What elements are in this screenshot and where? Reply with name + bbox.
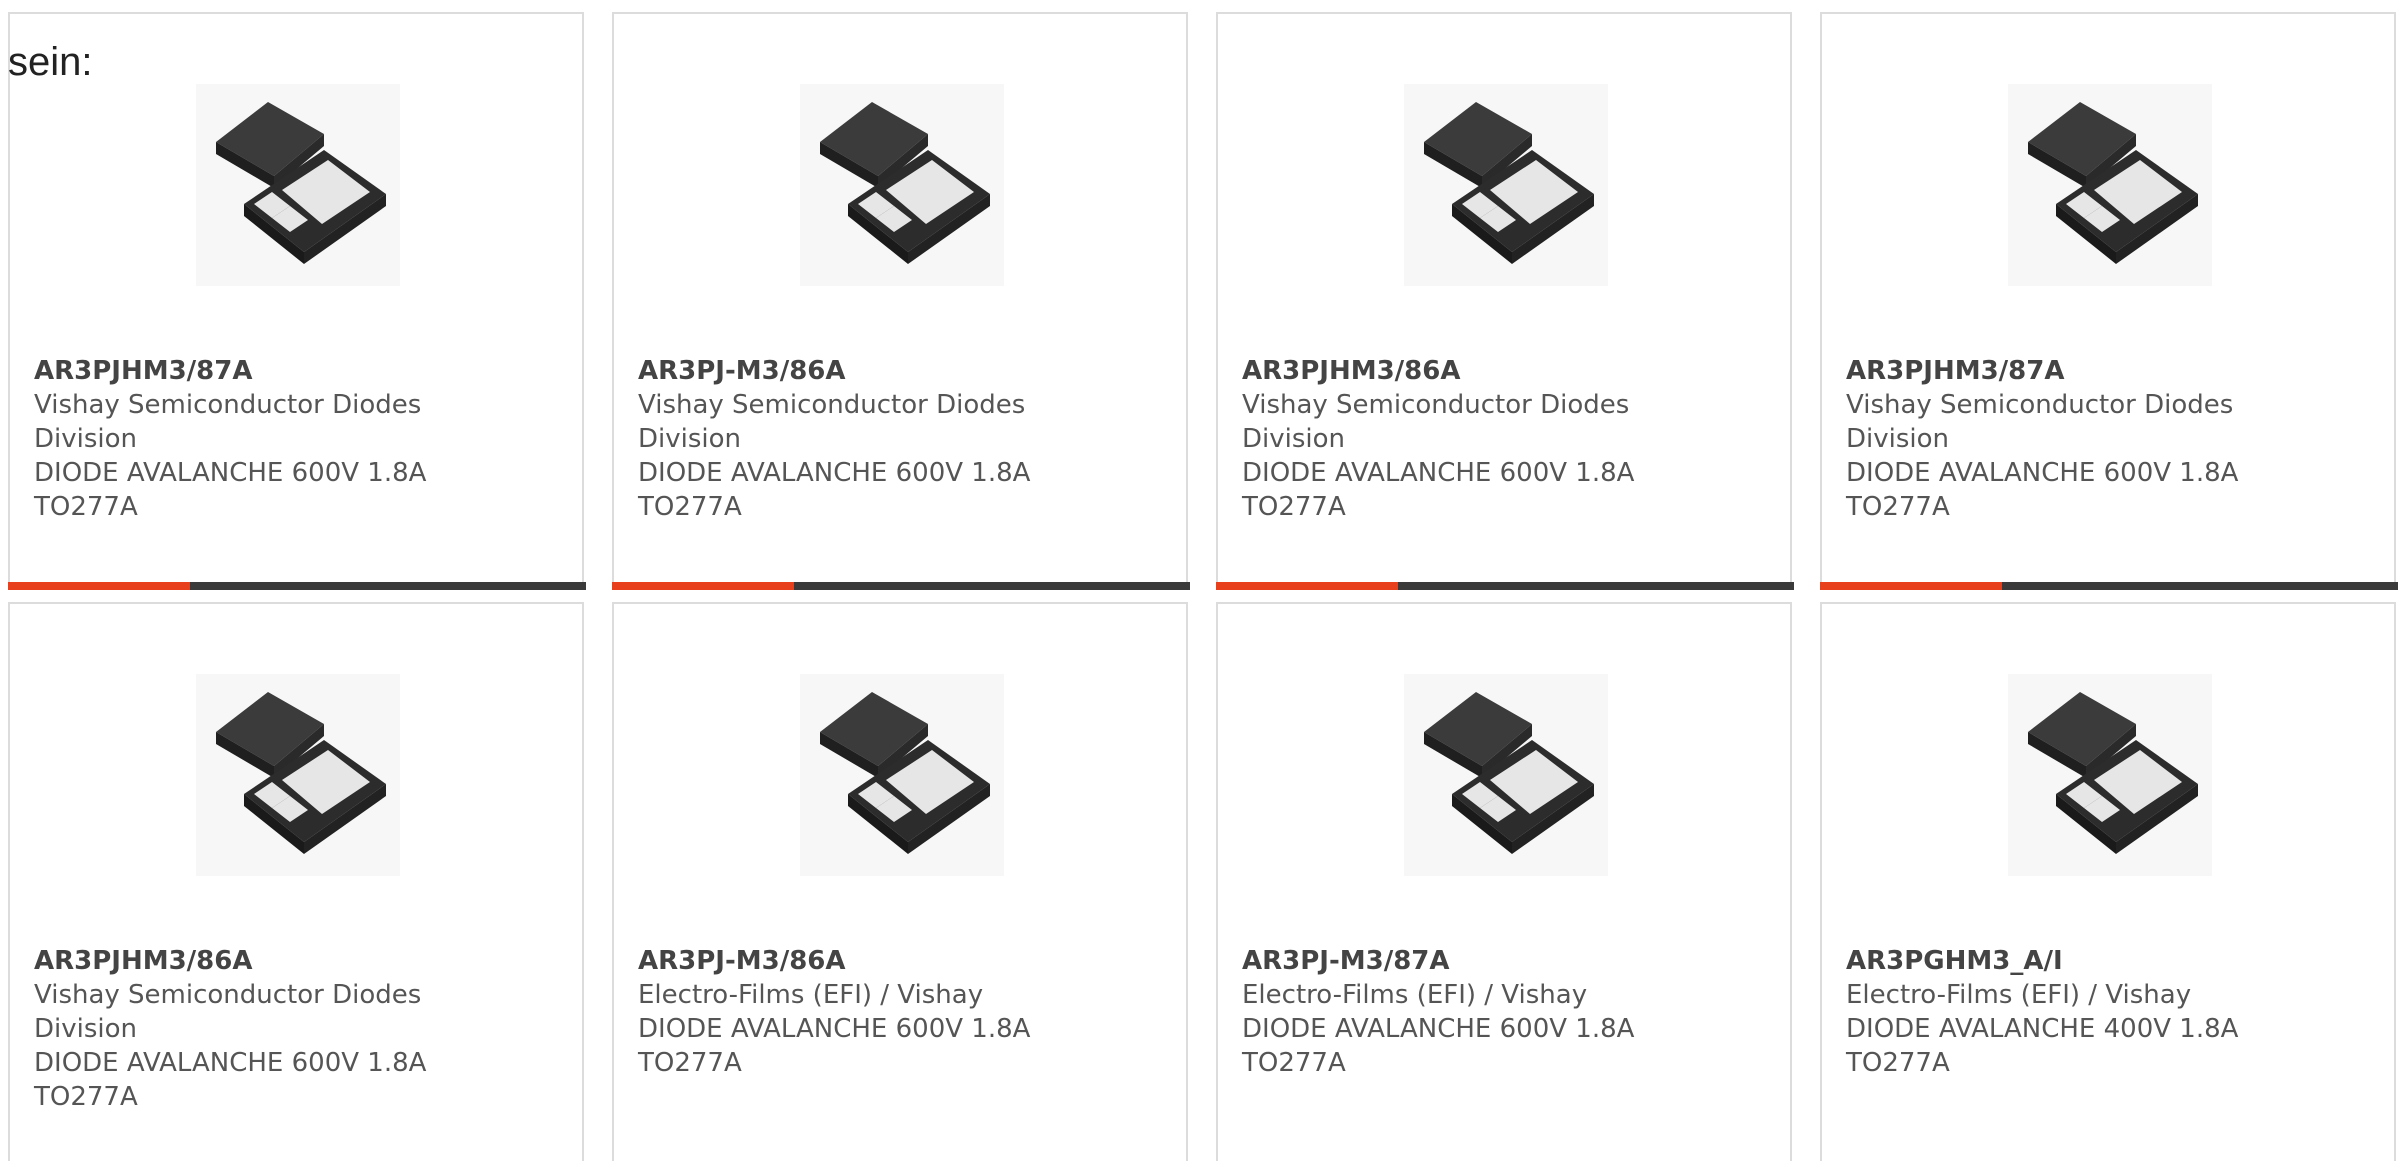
description: DIODE AVALANCHE 600V 1.8A TO277A [1846,458,2239,522]
part-number[interactable]: AR3PJ-M3/86A [638,354,1158,388]
intro-text: sein: [8,40,93,84]
product-card[interactable]: AR3PJ-M3/86A Electro-Films (EFI) / Visha… [612,602,1188,1161]
diode-package-icon[interactable] [196,674,400,876]
manufacturer: Vishay Semiconductor Diodes Division [1846,390,2234,454]
card-bottom-bar [1216,582,1794,590]
card-accent-bar [612,582,794,590]
product-card[interactable]: AR3PGHM3_A/I Electro-Films (EFI) / Visha… [1820,602,2396,1161]
manufacturer: Vishay Semiconductor Diodes Division [1242,390,1630,454]
manufacturer: Vishay Semiconductor Diodes Division [638,390,1026,454]
diode-package-icon[interactable] [800,674,1004,876]
diode-package-icon[interactable] [196,84,400,286]
part-number[interactable]: AR3PJHM3/86A [34,944,554,978]
product-info: AR3PJ-M3/86A Vishay Semiconductor Diodes… [638,354,1158,524]
card-bottom-bar [1820,582,2398,590]
part-number[interactable]: AR3PJHM3/86A [1242,354,1762,388]
manufacturer: Electro-Films (EFI) / Vishay [638,980,984,1010]
product-info: AR3PJHM3/86A Vishay Semiconductor Diodes… [1242,354,1762,524]
description: DIODE AVALANCHE 600V 1.8A TO277A [34,458,427,522]
description: DIODE AVALANCHE 600V 1.8A TO277A [34,1048,427,1112]
card-accent-bar [1820,582,2002,590]
card-accent-bar [1216,582,1398,590]
product-info: AR3PJHM3/87A Vishay Semiconductor Diodes… [1846,354,2366,524]
manufacturer: Electro-Films (EFI) / Vishay [1846,980,2192,1010]
product-card[interactable]: AR3PJHM3/86A Vishay Semiconductor Diodes… [1216,12,1794,590]
product-grid-page: sein: AR3PJHM3/87A Vishay Semiconductor … [0,0,2398,1161]
diode-package-icon[interactable] [2008,674,2212,876]
manufacturer: Vishay Semiconductor Diodes Division [34,390,422,454]
part-number[interactable]: AR3PGHM3_A/I [1846,944,2366,978]
diode-package-icon[interactable] [1404,674,1608,876]
product-card[interactable]: AR3PJ-M3/86A Vishay Semiconductor Diodes… [612,12,1190,590]
part-number[interactable]: AR3PJHM3/87A [1846,354,2366,388]
part-number[interactable]: AR3PJHM3/87A [34,354,554,388]
product-info: AR3PJHM3/87A Vishay Semiconductor Diodes… [34,354,554,524]
description: DIODE AVALANCHE 600V 1.8A TO277A [1242,458,1635,522]
description: DIODE AVALANCHE 600V 1.8A TO277A [638,1014,1031,1078]
product-card[interactable]: AR3PJHM3/87A Vishay Semiconductor Diodes… [1820,12,2398,590]
product-info: AR3PJHM3/86A Vishay Semiconductor Diodes… [34,944,554,1114]
description: DIODE AVALANCHE 400V 1.8A TO277A [1846,1014,2239,1078]
product-info: AR3PGHM3_A/I Electro-Films (EFI) / Visha… [1846,944,2366,1080]
card-accent-bar [8,582,190,590]
description: DIODE AVALANCHE 600V 1.8A TO277A [638,458,1031,522]
product-card[interactable]: AR3PJHM3/86A Vishay Semiconductor Diodes… [8,602,584,1161]
product-card[interactable]: AR3PJ-M3/87A Electro-Films (EFI) / Visha… [1216,602,1792,1161]
diode-package-icon[interactable] [800,84,1004,286]
part-number[interactable]: AR3PJ-M3/87A [1242,944,1762,978]
card-bottom-bar [8,582,586,590]
description: DIODE AVALANCHE 600V 1.8A TO277A [1242,1014,1635,1078]
manufacturer: Electro-Films (EFI) / Vishay [1242,980,1588,1010]
diode-package-icon[interactable] [2008,84,2212,286]
part-number[interactable]: AR3PJ-M3/86A [638,944,1158,978]
product-card[interactable]: AR3PJHM3/87A Vishay Semiconductor Diodes… [8,12,586,590]
product-info: AR3PJ-M3/87A Electro-Films (EFI) / Visha… [1242,944,1762,1080]
product-info: AR3PJ-M3/86A Electro-Films (EFI) / Visha… [638,944,1158,1080]
manufacturer: Vishay Semiconductor Diodes Division [34,980,422,1044]
diode-package-icon[interactable] [1404,84,1608,286]
card-bottom-bar [612,582,1190,590]
